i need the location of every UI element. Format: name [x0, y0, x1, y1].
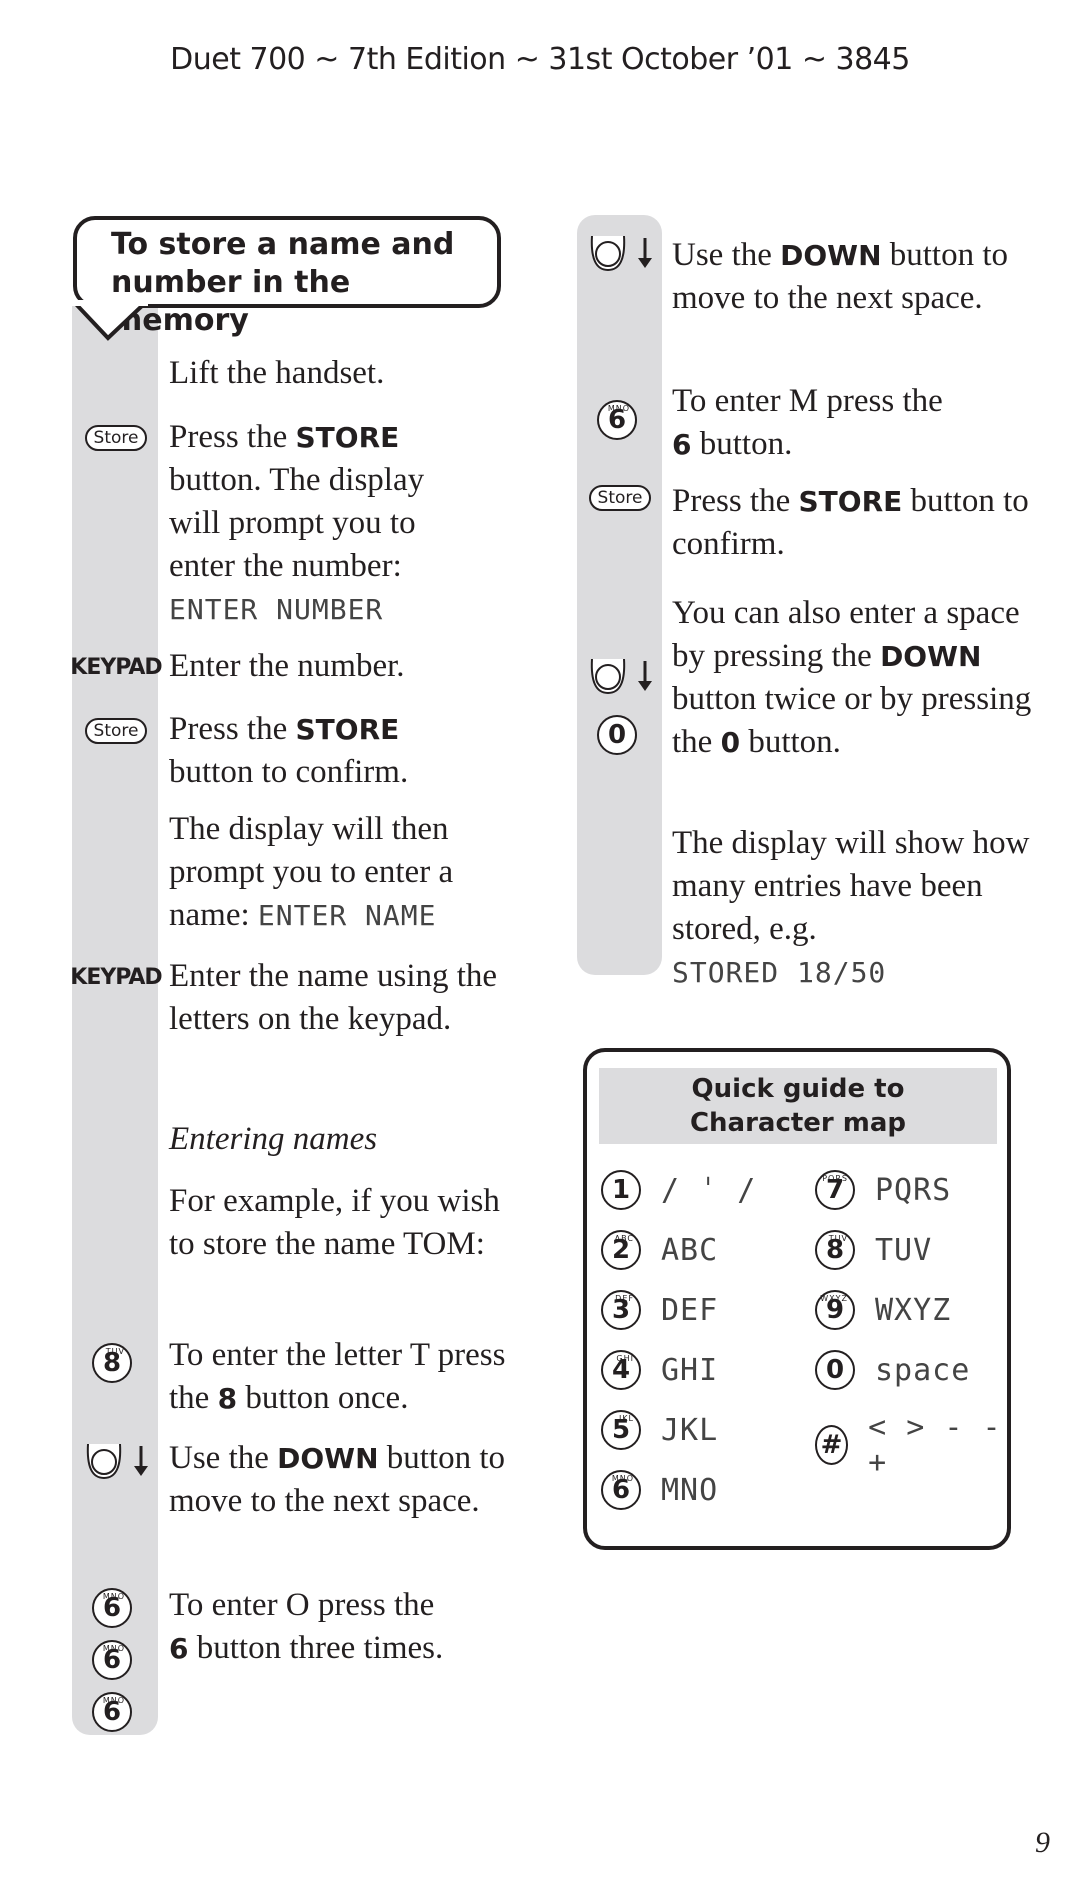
right-icon-column	[577, 215, 662, 975]
step-confirm-store-right: Press the STORE button to confirm.	[672, 483, 1029, 562]
store-button-icon: Store	[584, 480, 656, 516]
guide-row-key-8: 8 TUV TUV	[815, 1230, 932, 1270]
document-header: Duet 700 ~ 7th Edition ~ 31st October ’0…	[170, 42, 910, 77]
guide-row-key-9: 9 WXYZ WXYZ	[815, 1290, 951, 1330]
step-enter-space: You can also enter a space by pressing t…	[672, 595, 1032, 760]
guide-characters: JKL	[661, 1412, 719, 1448]
guide-row-key-4: 4 GHI GHI	[601, 1350, 718, 1390]
callout-tail	[72, 300, 148, 341]
step-lift-handset: Lift the handset.	[169, 355, 385, 391]
step-press-store: Press the STORE button. The display will…	[169, 419, 425, 626]
guide-characters: PQRS	[875, 1172, 952, 1208]
guide-title: Quick guide to Character map	[599, 1068, 997, 1144]
key-9-icon: 9 WXYZ	[815, 1290, 855, 1330]
down-button-icon	[590, 658, 652, 695]
key-7-icon: 7 PQRS	[815, 1170, 855, 1210]
guide-characters: TUV	[875, 1232, 933, 1268]
step-enter-t: To enter the letter T press the 8 button…	[169, 1337, 506, 1416]
key-6-three-times-icon: 6 MNO 6 MNO 6 MNO	[92, 1588, 132, 1732]
key-1-icon: 1	[601, 1170, 641, 1210]
guide-row-key-2: 2 ABC ABC	[601, 1230, 718, 1270]
guide-row-key-6: 6 MNO MNO	[601, 1470, 718, 1510]
guide-characters: GHI	[661, 1352, 719, 1388]
keypad-icon: KEYPAD	[70, 964, 162, 990]
key-8-icon: 8 TUV	[92, 1343, 132, 1383]
step-enter-o: To enter O press the 6 button three time…	[169, 1587, 444, 1666]
store-button-icon: Store	[80, 713, 152, 749]
guide-characters: DEF	[661, 1292, 719, 1328]
step-confirm-store: Press the STORE button to confirm.	[169, 711, 409, 790]
key-3-icon: 3 DEF	[601, 1290, 641, 1330]
left-icon-column	[72, 300, 158, 1735]
step-enter-m: To enter M press the 6 button.	[672, 383, 943, 462]
key-0-icon: 0	[597, 715, 637, 755]
lcd-enter-number: ENTER NUMBER	[169, 593, 384, 626]
guide-row-key-hash: # < > - - +	[815, 1410, 1007, 1480]
guide-row-key-3: 3 DEF DEF	[601, 1290, 718, 1330]
subheading-entering-names: Entering names	[169, 1121, 378, 1157]
guide-characters: space	[875, 1352, 971, 1388]
guide-row-key-7: 7 PQRS PQRS	[815, 1170, 951, 1210]
step-prompt-name: The display will then prompt you to ente…	[169, 811, 454, 933]
guide-characters: ABC	[661, 1232, 719, 1268]
page-number: 9	[1035, 1826, 1050, 1859]
guide-characters: < > - - +	[868, 1410, 1002, 1480]
key-8-icon: 8 TUV	[815, 1230, 855, 1270]
character-map-guide: Quick guide to Character map 1 / ˈ / 2 ABC A…	[583, 1048, 1011, 1550]
lcd-enter-name: ENTER NAME	[257, 899, 437, 932]
step-enter-name: Enter the name using the letters on the …	[169, 958, 498, 1037]
keypad-icon: KEYPAD	[70, 654, 162, 680]
down-button-icon	[86, 1443, 148, 1480]
key-6-icon: 6 MNO	[92, 1692, 132, 1732]
key-4-icon: 4 GHI	[601, 1350, 641, 1390]
guide-characters: / ˈ /	[661, 1172, 757, 1208]
section-title-line2: number in the memory	[111, 265, 351, 338]
key-hash-icon: #	[815, 1425, 849, 1465]
section-title-callout: To store a name and number in the memory	[73, 216, 501, 338]
key-6-icon: 6 MNO	[597, 400, 637, 440]
step-enter-number: Enter the number.	[169, 648, 405, 684]
down-button-icon	[590, 235, 652, 272]
guide-row-key-5: 5 JKL JKL	[601, 1410, 718, 1450]
key-5-icon: 5 JKL	[601, 1410, 641, 1450]
step-down-next-space-right: Use the DOWN button to move to the next …	[672, 237, 1009, 316]
guide-characters: MNO	[661, 1472, 719, 1508]
guide-row-key-1: 1 / ˈ /	[601, 1170, 756, 1210]
guide-characters: WXYZ	[875, 1292, 952, 1328]
store-button-icon: Store	[80, 420, 152, 456]
step-down-next-space: Use the DOWN button to move to the next …	[169, 1440, 506, 1519]
key-0-icon: 0	[815, 1350, 855, 1390]
section-title-line1: To store a name and	[111, 227, 455, 262]
key-6-icon: 6 MNO	[92, 1588, 132, 1628]
key-2-icon: 2 ABC	[601, 1230, 641, 1270]
step-example-tom: For example, if you wish to store the na…	[169, 1183, 500, 1262]
key-6-icon: 6 MNO	[601, 1470, 641, 1510]
key-6-icon: 6 MNO	[92, 1640, 132, 1680]
step-stored-count: The display will show how many entries h…	[672, 825, 1030, 989]
lcd-stored-count: STORED 18/50	[672, 956, 887, 989]
guide-row-key-0: 0 space	[815, 1350, 970, 1390]
